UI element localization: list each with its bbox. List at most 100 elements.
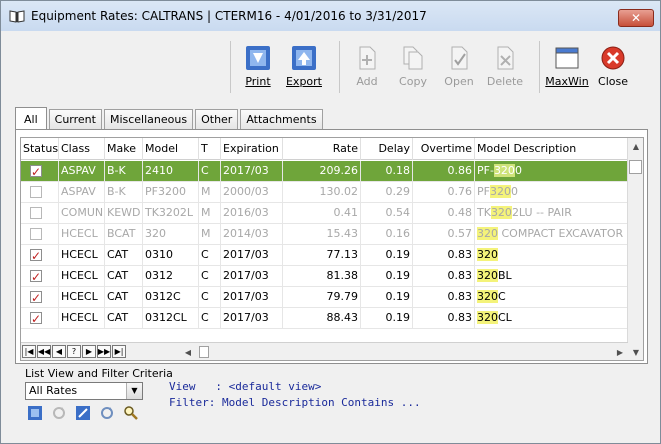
cell-delay: 0.19 [361, 287, 413, 307]
cell-class: HCECL [59, 287, 105, 307]
cell-class: HCECL [59, 245, 105, 265]
cell-expiration: 2000/03 [221, 182, 283, 202]
cell-delay: 0.54 [361, 203, 413, 223]
col-model[interactable]: Model [143, 138, 199, 160]
table-row[interactable]: ASPAV B-K 2410 C 2017/03 209.26 0.18 0.8… [21, 161, 628, 182]
desc-prefix: TK [477, 206, 491, 219]
add-button[interactable]: Add [344, 41, 390, 93]
next-record-icon[interactable]: ▶ [82, 345, 96, 358]
copy-button[interactable]: Copy [390, 41, 436, 93]
table-row[interactable]: HCECL BCAT 320 M 2014/03 15.43 0.16 0.57… [21, 224, 628, 245]
cell-delay: 0.19 [361, 308, 413, 328]
cell-expiration: 2016/03 [221, 203, 283, 223]
scroll-up-icon[interactable]: ▲ [628, 138, 643, 154]
previous-record-icon[interactable]: ◀ [52, 345, 66, 358]
cell-rate: 81.38 [283, 266, 361, 286]
status-checkbox[interactable] [30, 267, 42, 286]
desc-prefix: PF [477, 185, 490, 198]
tab-other[interactable]: Other [195, 109, 239, 129]
scroll-right-icon[interactable]: ▶ [613, 348, 627, 357]
vertical-scrollbar[interactable]: ▲ ▼ [627, 138, 643, 360]
cell-overtime: 0.57 [413, 224, 475, 244]
previous-page-icon[interactable]: ◀◀ [37, 345, 51, 358]
delete-button[interactable]: Delete [482, 41, 528, 93]
col-status[interactable]: Status [21, 138, 59, 160]
table-row[interactable]: COMUN KEWD TK3202L M 2016/03 0.41 0.54 0… [21, 203, 628, 224]
tab-attachments[interactable]: Attachments [240, 109, 323, 129]
status-checkbox[interactable] [30, 228, 42, 240]
col-overtime[interactable]: Overtime [413, 138, 475, 160]
table-row[interactable]: HCECL CAT 0312CL C 2017/03 88.43 0.19 0.… [21, 308, 628, 329]
cell-overtime: 0.76 [413, 182, 475, 202]
refresh-disabled-icon[interactable] [51, 405, 67, 421]
status-checkbox[interactable] [30, 288, 42, 307]
cell-class: HCECL [59, 266, 105, 286]
open-document-icon [451, 46, 468, 70]
horizontal-scrollbar[interactable]: ◀ ▶ [181, 345, 627, 359]
toolbar-window: MaxWin Close [539, 41, 640, 93]
cell-rate: 209.26 [283, 161, 361, 181]
cell-t: C [199, 245, 221, 265]
edit-filter-icon[interactable] [75, 405, 91, 421]
scroll-down-icon[interactable]: ▼ [628, 344, 643, 360]
last-record-icon[interactable]: ▶| [112, 345, 126, 358]
col-delay[interactable]: Delay [361, 138, 413, 160]
cell-make: CAT [105, 266, 143, 286]
status-checkbox[interactable] [30, 186, 42, 198]
cell-t: C [199, 161, 221, 181]
tab-all[interactable]: All [15, 107, 47, 130]
next-page-icon[interactable]: ▶▶ [97, 345, 111, 358]
status-checkbox[interactable] [30, 162, 42, 181]
desc-highlight: 320 [477, 311, 498, 324]
export-button[interactable]: Export [281, 41, 327, 93]
tab-strip: All Current Miscellaneous Other Attachme… [15, 107, 325, 130]
desc-highlight: 320 [490, 206, 512, 219]
desc-highlight: 320 [477, 269, 498, 282]
rates-grid: Status Class Make Model T Expiration Rat… [20, 137, 644, 361]
refresh-filter-icon[interactable] [99, 405, 115, 421]
desc-suffix: 0 [514, 164, 522, 177]
tab-panel: Status Class Make Model T Expiration Rat… [15, 129, 648, 364]
toolbar-records: Add Copy Open Delete [339, 41, 532, 93]
cell-rate: 77.13 [283, 245, 361, 265]
view-filter-value: All Rates [29, 384, 78, 397]
open-button[interactable]: Open [436, 41, 482, 93]
tab-current[interactable]: Current [48, 109, 102, 129]
status-checkbox[interactable] [30, 309, 42, 328]
col-expiration[interactable]: Expiration [221, 138, 283, 160]
help-icon[interactable]: ? [67, 345, 81, 358]
status-checkbox[interactable] [30, 207, 42, 219]
cell-make: BCAT [105, 224, 143, 244]
table-row[interactable]: HCECL CAT 0310 C 2017/03 77.13 0.19 0.83… [21, 245, 628, 266]
print-icon [246, 46, 270, 70]
table-row[interactable]: HCECL CAT 0312 C 2017/03 81.38 0.19 0.83… [21, 266, 628, 287]
search-icon[interactable] [123, 405, 139, 421]
print-button[interactable]: Print [235, 41, 281, 93]
col-make[interactable]: Make [105, 138, 143, 160]
tab-miscellaneous[interactable]: Miscellaneous [103, 109, 194, 129]
toolbar-output: Print Export [230, 41, 331, 93]
view-filter-select[interactable]: All Rates ▼ [25, 382, 143, 400]
cell-overtime: 0.83 [413, 266, 475, 286]
col-t[interactable]: T [199, 138, 221, 160]
window-close-button[interactable]: ✕ [618, 9, 654, 27]
first-record-icon[interactable]: |◀ [22, 345, 36, 358]
scroll-left-icon[interactable]: ◀ [181, 348, 195, 357]
table-row[interactable]: HCECL CAT 0312C C 2017/03 79.79 0.19 0.8… [21, 287, 628, 308]
maxwin-button[interactable]: MaxWin [544, 41, 590, 93]
horizontal-scroll-thumb[interactable] [199, 346, 209, 358]
status-checkbox[interactable] [30, 246, 42, 265]
vertical-scroll-thumb[interactable] [629, 160, 642, 174]
filter-view-icon[interactable] [27, 405, 43, 421]
table-row[interactable]: ASPAV B-K PF3200 M 2000/03 130.02 0.29 0… [21, 182, 628, 203]
col-rate[interactable]: Rate [283, 138, 361, 160]
close-button[interactable]: Close [590, 41, 636, 93]
cell-overtime: 0.83 [413, 287, 475, 307]
chevron-down-icon[interactable]: ▼ [126, 383, 142, 399]
cell-model: 0310 [143, 245, 199, 265]
copy-document-icon [403, 46, 423, 70]
cell-overtime: 0.86 [413, 161, 475, 181]
open-label: Open [444, 75, 474, 88]
col-model-description[interactable]: Model Description [475, 138, 628, 160]
col-class[interactable]: Class [59, 138, 105, 160]
